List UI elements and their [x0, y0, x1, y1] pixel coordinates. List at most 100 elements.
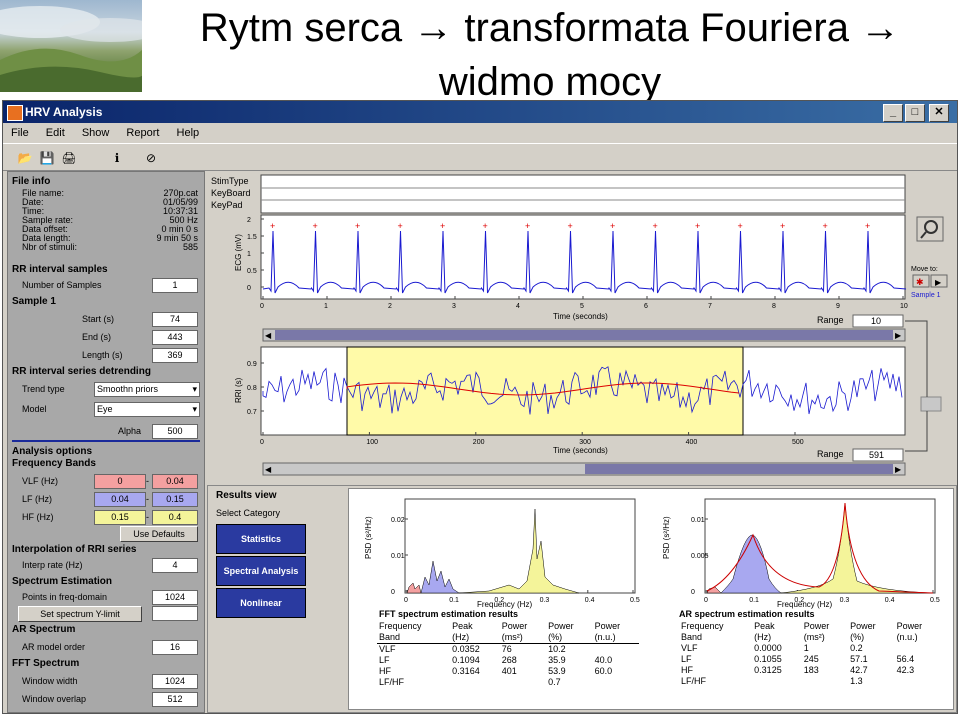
stim-row-label: StimType	[211, 176, 249, 186]
hf-low-input[interactable]: 0.15	[94, 510, 146, 525]
sample-label: Sample 1	[911, 292, 941, 299]
maximize-button[interactable]: □	[905, 104, 925, 122]
table-row: HF 0.3125 183 42.7 42.3	[681, 665, 915, 675]
save-icon[interactable]: 💾	[37, 148, 57, 168]
rri-xtick-label: 500	[792, 439, 804, 446]
alpha-label: Alpha	[118, 426, 142, 436]
stim-row-label: KeyPad	[211, 200, 243, 210]
rri-xlabel: Time (seconds)	[553, 446, 608, 455]
vlf-label: VLF (Hz)	[22, 476, 58, 486]
chevron-down-icon: ▾	[192, 384, 197, 394]
range-dash: -	[146, 494, 149, 504]
start-label: Start (s)	[82, 314, 115, 324]
fft-xtick-label: 0.1	[449, 597, 459, 604]
window-overlap-input[interactable]: 512	[152, 692, 198, 707]
info-icon[interactable]: ℹ	[107, 148, 127, 168]
fft-xtick-label: 0.3	[540, 597, 550, 604]
scroll-left-icon[interactable]: ◀	[265, 465, 272, 474]
file-info-label: Nbr of stimuli:	[22, 242, 78, 252]
ecg-xtick-label: 10	[900, 303, 908, 310]
fft-xtick-label: 0	[404, 597, 408, 604]
scroll-right-icon[interactable]: ▶	[895, 331, 902, 340]
chevron-down-icon: ▾	[192, 404, 197, 414]
menu-file[interactable]: File	[11, 127, 29, 139]
length-input[interactable]: 369	[152, 348, 198, 363]
stim-row-label: KeyBoard	[211, 188, 251, 198]
range-value: 591	[869, 450, 884, 460]
rri-xtick-label: 200	[473, 439, 485, 446]
ar-ytick-label: 0	[691, 589, 695, 596]
lf-low-input[interactable]: 0.04	[94, 492, 146, 507]
close-button[interactable]: ✕	[929, 104, 949, 122]
nonlinear-button[interactable]: Nonlinear	[216, 588, 306, 618]
interp-rate-input[interactable]: 4	[152, 558, 198, 573]
vlf-low-input[interactable]: 0	[94, 474, 146, 489]
statistics-button[interactable]: Statistics	[216, 524, 306, 554]
num-samples-label: Number of Samples	[22, 280, 102, 290]
num-samples-input[interactable]: 1	[152, 278, 198, 293]
stop-icon[interactable]: ⊘	[141, 148, 161, 168]
r-peak-marker: +	[525, 221, 530, 231]
alpha-input[interactable]: 500	[152, 424, 198, 439]
sample-header: Sample 1	[12, 296, 56, 307]
menu-edit[interactable]: Edit	[46, 127, 65, 139]
start-input[interactable]: 74	[152, 312, 198, 327]
print-icon[interactable]: 🖨	[59, 148, 79, 168]
model-select[interactable]: Eye ▾	[94, 402, 200, 417]
menu-show[interactable]: Show	[82, 127, 110, 139]
set-y-limit-button[interactable]: Set spectrum Y-limit	[18, 606, 142, 622]
ar-spectrum-header: AR Spectrum	[12, 624, 76, 635]
fft-xtick-label: 0.4	[585, 597, 595, 604]
ecg-xtick-label: 0	[260, 303, 264, 310]
spectrum-estimation-header: Spectrum Estimation	[12, 576, 113, 587]
ecg-xtick-label: 4	[516, 303, 520, 310]
r-peak-marker: +	[610, 221, 615, 231]
lf-high-input[interactable]: 0.15	[152, 492, 198, 507]
menu-help[interactable]: Help	[177, 127, 200, 139]
ar-results-table: Frequency Peak Power Power Power Band (Hz) (ms…	[679, 621, 941, 687]
ecg-ytick-label: 2	[247, 217, 251, 224]
r-peak-marker: +	[823, 221, 828, 231]
ecg-xtick-label: 2	[388, 303, 392, 310]
frequency-bands-header: Frequency Bands	[12, 458, 96, 469]
spectra-canvas: 0 0.1 0.2 0.3 0.4 0.5 0.02 0.01 0 PSD (s²/Hz) Fr…	[348, 488, 954, 710]
table-row: HF 0.3164 401 53.9 60.0	[379, 666, 613, 676]
vlf-high-input[interactable]: 0.04	[152, 474, 198, 489]
trend-type-select[interactable]: Smoothn priors ▾	[94, 382, 200, 397]
minimize-button[interactable]: _	[883, 104, 903, 122]
rri-ytick-label: 0.9	[247, 361, 257, 368]
scroll-left-icon[interactable]: ◀	[265, 331, 272, 340]
ar-order-input[interactable]: 16	[152, 640, 198, 655]
hrv-window: HRV Analysis _ □ ✕ File Edit Show Report…	[2, 100, 958, 714]
model-label: Model	[22, 404, 47, 414]
y-limit-input[interactable]	[152, 606, 198, 621]
end-input[interactable]: 443	[152, 330, 198, 345]
fft-ytick-label: 0.02	[391, 517, 405, 524]
ecg-xtick-label: 6	[644, 303, 648, 310]
ar-ytick-label: 0.005	[691, 553, 709, 560]
ar-xlabel: Frequency (Hz)	[777, 600, 832, 609]
trend-type-value: Smoothn priors	[97, 384, 159, 394]
scroll-right-icon[interactable]: ▶	[895, 465, 902, 474]
r-peak-marker: +	[270, 221, 275, 231]
slide-title: Rytm serca → transformata Fouriera →	[199, 6, 901, 50]
open-folder-icon[interactable]: 📂	[15, 148, 35, 168]
model-value: Eye	[97, 404, 113, 414]
use-defaults-button[interactable]: Use Defaults	[120, 526, 198, 542]
side-toggle-button[interactable]	[920, 396, 942, 412]
window-width-input[interactable]: 1024	[152, 674, 198, 689]
r-peak-marker: +	[738, 221, 743, 231]
range-label: Range	[817, 315, 844, 325]
ar-xtick-label: 0.5	[930, 597, 940, 604]
hf-high-input[interactable]: 0.4	[152, 510, 198, 525]
spectral-analysis-button[interactable]: Spectral Analysis	[216, 556, 306, 586]
selected-interval[interactable]	[346, 346, 744, 436]
toolbar: 📂 💾 🖨 ℹ ⊘	[3, 143, 957, 171]
window-width-label: Window width	[22, 676, 78, 686]
menu-report[interactable]: Report	[126, 127, 159, 139]
rri-xtick-label: 300	[579, 439, 591, 446]
app-icon	[7, 105, 23, 121]
fft-ytick-label: 0.01	[391, 553, 405, 560]
points-input[interactable]: 1024	[152, 590, 198, 605]
fft-xtick-label: 0.5	[630, 597, 640, 604]
